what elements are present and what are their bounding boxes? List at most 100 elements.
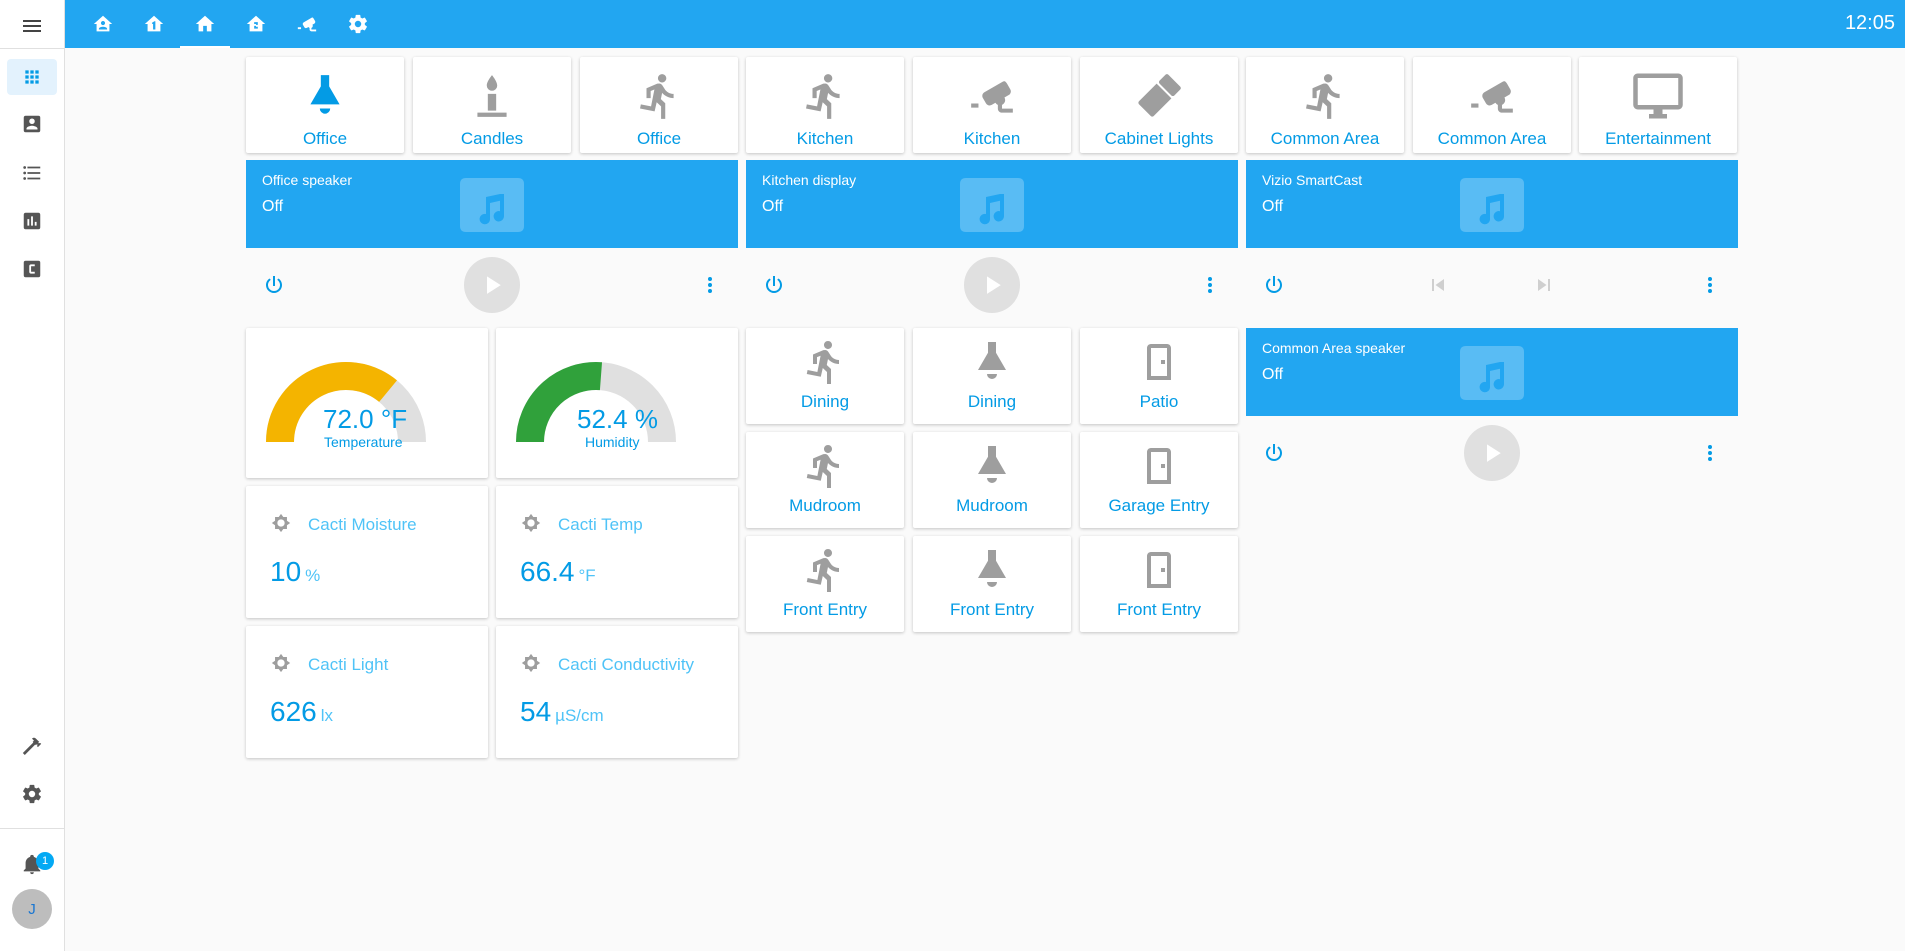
- sensor-card-cacti-temp[interactable]: Cacti Temp 66.4 °F: [496, 486, 738, 618]
- sidebar-item-hacs[interactable]: [7, 251, 57, 287]
- play-button[interactable]: [464, 257, 520, 313]
- menu-icon[interactable]: [20, 14, 44, 38]
- play-button[interactable]: [1464, 425, 1520, 481]
- button-card-common-area-motion[interactable]: Common Area: [1246, 57, 1404, 153]
- door-icon: [1135, 542, 1183, 598]
- play-button[interactable]: [964, 257, 1020, 313]
- skip-next-icon[interactable]: [1532, 273, 1556, 297]
- sensor-title: Cacti Moisture: [308, 515, 417, 534]
- tab-security-camera[interactable]: [282, 0, 332, 48]
- gauge-card-temperature[interactable]: 72.0 °F Temperature: [246, 328, 488, 478]
- top-bar: 12:05: [65, 0, 1905, 48]
- button-card-front-entry-light[interactable]: Front Entry: [913, 536, 1071, 632]
- sidebar-item-map[interactable]: [7, 106, 57, 142]
- more-vertical-icon[interactable]: [698, 273, 722, 297]
- media-controls: [1246, 248, 1738, 322]
- more-vertical-icon[interactable]: [1698, 273, 1722, 297]
- sensor-value-row: 54 µS/cm: [520, 696, 604, 728]
- tab-home-floor-1[interactable]: [129, 0, 179, 48]
- button-card-dining-motion[interactable]: Dining: [746, 328, 904, 424]
- sensor-value: 626: [270, 696, 317, 727]
- button-card-garage-entry-door[interactable]: Garage Entry: [1080, 432, 1238, 528]
- sensor-title: Cacti Temp: [558, 515, 643, 534]
- button-card-cabinet-lights[interactable]: Cabinet Lights: [1080, 57, 1238, 153]
- ceiling-light-icon: [968, 334, 1016, 390]
- button-card-front-entry-door[interactable]: Front Entry: [1080, 536, 1238, 632]
- cctv-camera-icon: [1467, 67, 1517, 125]
- media-header[interactable]: Office speaker Off: [246, 160, 738, 248]
- tab-home-floor-2[interactable]: [231, 0, 281, 48]
- grid-icon: [25, 70, 39, 84]
- button-card-office-motion[interactable]: Office: [580, 57, 738, 153]
- button-card-label: Common Area: [1437, 129, 1547, 148]
- more-vertical-icon[interactable]: [1698, 441, 1722, 465]
- media-state: Off: [1262, 198, 1284, 215]
- button-card-label: Front Entry: [949, 600, 1035, 619]
- media-header[interactable]: Common Area speaker Off: [1246, 328, 1738, 416]
- home-floor-1-icon: [144, 15, 164, 32]
- more-vertical-icon[interactable]: [1198, 273, 1222, 297]
- button-card-label: Office: [636, 129, 682, 148]
- flower-icon: [520, 652, 542, 674]
- power-icon[interactable]: [762, 273, 786, 297]
- media-name: Common Area speaker: [1262, 340, 1406, 356]
- button-card-label: Garage Entry: [1108, 496, 1210, 515]
- media-header[interactable]: Kitchen display Off: [746, 160, 1238, 248]
- media-name: Kitchen display: [762, 172, 857, 188]
- flower-icon: [270, 512, 292, 534]
- tab-home-automation[interactable]: [78, 0, 128, 48]
- power-icon[interactable]: [1262, 441, 1286, 465]
- button-card-mudroom-light[interactable]: Mudroom: [913, 432, 1071, 528]
- button-card-entertainment[interactable]: Entertainment: [1579, 57, 1737, 153]
- button-card-label: Office: [302, 129, 348, 148]
- sidebar-item-history[interactable]: [7, 203, 57, 239]
- button-card-label: Dining: [967, 392, 1017, 411]
- sidebar-item-overview[interactable]: [7, 59, 57, 95]
- gauge-card-humidity[interactable]: 52.4 % Humidity: [496, 328, 738, 478]
- notification-badge: 1: [36, 852, 54, 870]
- button-card-patio-door[interactable]: Patio: [1080, 328, 1238, 424]
- gauge-name: Humidity: [585, 434, 640, 450]
- sidebar-item-developer-tools[interactable]: [7, 728, 57, 764]
- sensor-title: Cacti Conductivity: [558, 655, 695, 674]
- button-card-office-light[interactable]: Office: [246, 57, 404, 153]
- sensor-value-row: 10%: [270, 556, 320, 588]
- button-card-label: Kitchen: [796, 129, 854, 148]
- cog-icon: [23, 784, 41, 804]
- home-icon: [195, 15, 215, 32]
- sensor-unit: µS/cm: [555, 706, 604, 725]
- sensor-card-cacti-moisture[interactable]: Cacti Moisture 10%: [246, 486, 488, 618]
- button-card-dining-light[interactable]: Dining: [913, 328, 1071, 424]
- music-video-icon: [460, 178, 524, 232]
- button-card-label: Front Entry: [1116, 600, 1202, 619]
- button-card-kitchen-motion[interactable]: Kitchen: [746, 57, 904, 153]
- sensor-value: 66.4: [520, 556, 575, 587]
- power-icon[interactable]: [262, 273, 286, 297]
- tab-home[interactable]: [180, 0, 230, 48]
- sidebar-item-settings[interactable]: [7, 776, 57, 812]
- media-card-office-speaker: Office speaker Off: [246, 160, 738, 322]
- button-card-label: Common Area: [1270, 129, 1380, 148]
- media-header[interactable]: Vizio SmartCast Off: [1246, 160, 1738, 248]
- motion-sensor-icon: [801, 438, 849, 494]
- flower-icon: [270, 652, 292, 674]
- button-card-front-entry-motion[interactable]: Front Entry: [746, 536, 904, 632]
- monitor-icon: [1631, 67, 1685, 125]
- avatar[interactable]: J: [12, 889, 52, 929]
- button-card-mudroom-motion[interactable]: Mudroom: [746, 432, 904, 528]
- sensor-card-cacti-conductivity[interactable]: Cacti Conductivity 54 µS/cm: [496, 626, 738, 758]
- clock: 12:05: [1844, 12, 1895, 34]
- skip-previous-icon[interactable]: [1426, 273, 1450, 297]
- motion-sensor-icon: [801, 542, 849, 598]
- sidebar-item-logbook[interactable]: [7, 155, 57, 191]
- power-icon[interactable]: [1262, 273, 1286, 297]
- home-floor-2-icon: [246, 15, 266, 32]
- media-controls: [1246, 416, 1738, 490]
- button-card-common-area-camera[interactable]: Common Area: [1413, 57, 1571, 153]
- sensor-card-cacti-light[interactable]: Cacti Light 626 lx: [246, 626, 488, 758]
- button-card-kitchen-camera[interactable]: Kitchen: [913, 57, 1071, 153]
- tab-settings[interactable]: [333, 0, 383, 48]
- cctv-camera-icon: [967, 67, 1017, 125]
- button-card-candles[interactable]: Candles: [413, 57, 571, 153]
- media-card-common-area-speaker: Common Area speaker Off: [1246, 328, 1738, 490]
